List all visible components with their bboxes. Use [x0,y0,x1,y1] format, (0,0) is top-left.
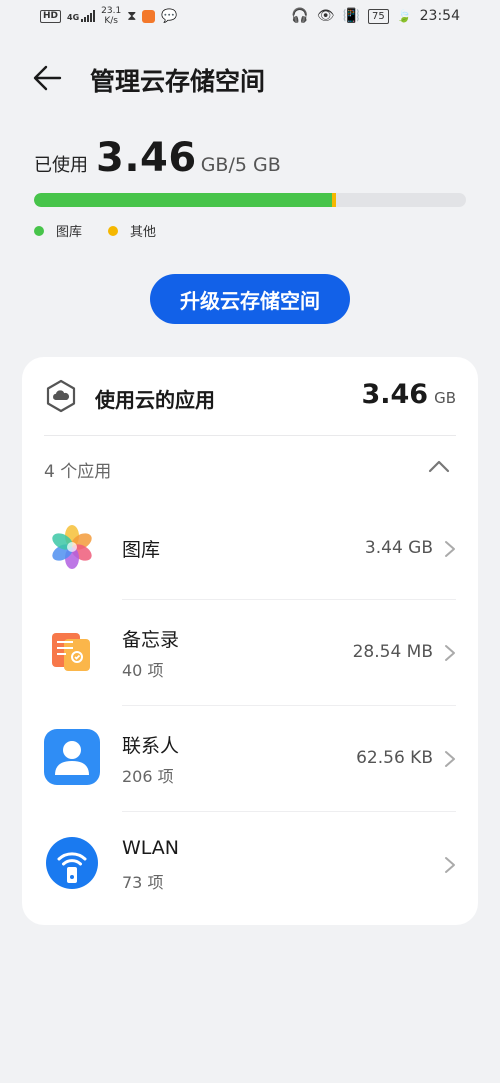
app-name: 备忘录 [122,629,180,651]
card-divider [44,435,456,436]
status-left: HD 4G 23.1 K/s ⧗ 💬 [40,6,178,26]
notes-icon [52,633,90,671]
usage-legend: 图库 其他 [34,221,182,240]
row-divider [122,705,456,706]
hd-badge: HD [40,9,62,23]
legend-gallery: 图库 [34,221,82,240]
usage-unit: GB [200,154,229,176]
wechat-icon: 💬 [161,8,178,24]
app-item-count: 206 项 [122,767,174,786]
usage-line: 已使用 3.46 GB / 5 GB [34,135,466,181]
usage-value: 3.46 [96,135,197,181]
network-speed-text: 23.1 K/s [101,6,122,26]
legend-other-dot [108,225,119,236]
contacts-icon [44,729,100,785]
vibrate-icon: 📳 [342,8,360,24]
legend-other: 其他 [108,221,156,240]
back-button[interactable] [30,60,70,96]
app-size: 62.56 KB [356,748,433,768]
legend-gallery-label: 图库 [56,225,83,240]
app-name: 图库 [122,539,161,561]
leaf-icon: 🍃 [396,9,412,23]
other-usage-fill [332,193,336,207]
cloud-apps-title: 使用云的应用 [95,388,215,412]
legend-gallery-dot [34,225,44,236]
chat-app-icon [142,9,156,23]
row-divider [122,811,456,812]
network-type: 4G [67,13,80,22]
usage-total: 5 GB [234,154,281,176]
app-item-count: 73 项 [122,873,164,892]
hourglass-icon: ⧗ [127,8,137,24]
cloud-apps-header: 使用云的应用 3.46 GB [22,357,478,435]
chevron-right-icon [445,857,455,873]
cloud-hexagon-icon [46,379,76,413]
signal-icon [81,10,96,22]
chevron-right-icon [445,541,455,557]
network-speed: 23.1 K/s [101,6,121,26]
apps-collapse-toggle[interactable]: 4 个应用 [22,437,478,497]
headphones-icon: 🎧 [291,8,309,24]
back-arrow-icon [33,65,62,91]
chevron-right-icon [445,751,455,767]
cloud-apps-size: 3.46 GB [361,379,456,410]
gallery-usage-fill [34,193,332,207]
app-row-wlan[interactable]: WLAN 73 项 [22,813,478,919]
cloud-apps-card: 使用云的应用 3.46 GB 4 个应用 图库 3.44 GB 备忘录 40 项… [22,357,478,925]
network-indicator: 4G [67,10,96,22]
storage-usage: 已使用 3.46 GB / 5 GB 图库 其他 [34,135,466,240]
row-divider [122,599,456,600]
cloud-apps-size-value: 3.46 [361,379,429,410]
page-title: 管理云存储空间 [90,67,266,96]
header: 管理云存储空间 [0,50,500,106]
app-name: WLAN [122,837,180,859]
app-row-contacts[interactable]: 联系人 206 项 62.56 KB [22,707,478,813]
chevron-up-icon [428,460,450,473]
storage-progress-bar [34,193,466,207]
wlan-icon [46,837,98,889]
app-row-gallery[interactable]: 图库 3.44 GB [22,497,478,603]
app-name: 联系人 [122,735,180,757]
clock: 23:54 [419,8,460,24]
upgrade-storage-button[interactable]: 升级云存储空间 [150,274,350,324]
app-size: 3.44 GB [364,538,433,558]
battery-icon: 75 [367,8,389,24]
status-right: 🎧 👁 📳 75 🍃 23:54 [291,8,460,24]
eye-icon: 👁 [316,8,335,24]
legend-other-label: 其他 [130,225,157,240]
chevron-right-icon [445,645,455,661]
cloud-apps-size-unit: GB [434,389,456,407]
apps-count: 4 个应用 [44,462,112,482]
app-size: 28.54 MB [352,642,433,662]
app-item-count: 40 项 [122,661,164,680]
status-bar: HD 4G 23.1 K/s ⧗ 💬 🎧 👁 📳 75 🍃 23:54 [0,0,500,38]
gallery-icon [52,525,92,569]
usage-label: 已使用 [34,155,88,176]
app-row-notes[interactable]: 备忘录 40 项 28.54 MB [22,601,478,707]
